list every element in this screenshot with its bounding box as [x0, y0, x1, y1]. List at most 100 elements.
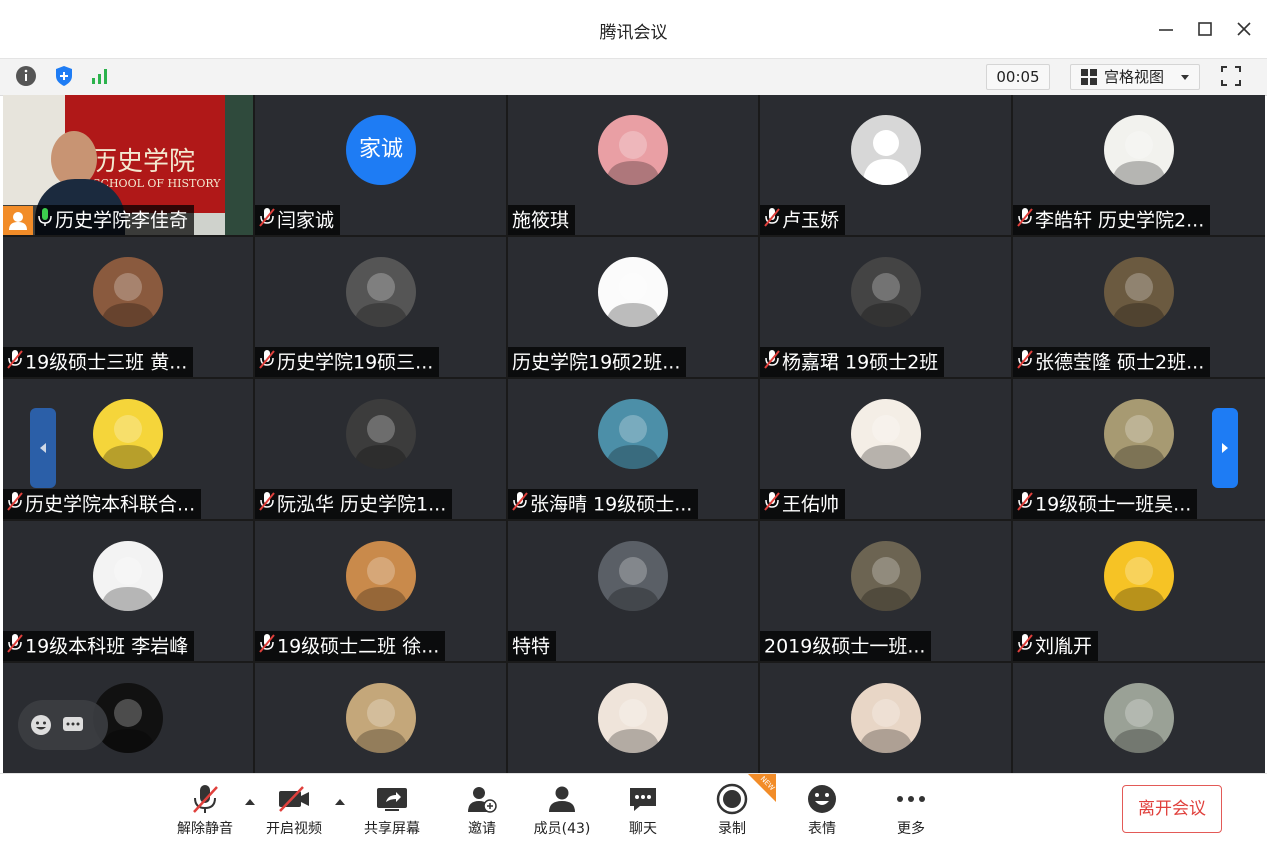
participant-name-tag: 闫家诚: [255, 205, 341, 235]
record-label: 录制: [718, 821, 746, 837]
participant-name: 历史学院19硕2班...: [512, 351, 681, 374]
participant-tile[interactable]: [508, 663, 758, 773]
members-button[interactable]: 成员(43): [522, 782, 602, 842]
avatar: [1104, 399, 1174, 469]
participant-name-tag: 历史学院19硕2班...: [508, 347, 687, 377]
share-screen-button[interactable]: 共享屏幕: [352, 782, 432, 842]
chat-bubble-icon[interactable]: [62, 714, 84, 736]
signal-button[interactable]: [88, 64, 112, 88]
maximize-button[interactable]: [1191, 15, 1219, 43]
avatar: [346, 683, 416, 753]
participant-tile[interactable]: 19级硕士二班 徐...: [255, 521, 506, 661]
participant-tile[interactable]: 特特: [508, 521, 758, 661]
chat-label: 聊天: [629, 821, 657, 837]
participant-tile[interactable]: 历史学院19硕2班...: [508, 237, 758, 377]
add-user-icon: [468, 787, 497, 813]
invite-button[interactable]: 邀请: [442, 782, 522, 842]
text-avatar: 家诚: [346, 115, 416, 185]
participant-name: 19级硕士二班 徐...: [277, 635, 440, 658]
grid-view-icon: [1081, 69, 1097, 85]
host-icon: [3, 205, 33, 235]
participant-name: 19级本科班 李岩峰: [25, 635, 189, 658]
microphone-muted-icon: [512, 490, 528, 520]
security-button[interactable]: [52, 64, 76, 88]
participant-name: 历史学院李佳奇: [55, 209, 189, 232]
title-bar: 腾讯会议: [0, 0, 1267, 58]
participant-tile[interactable]: 王佑帅: [760, 379, 1011, 519]
more-icon: [897, 796, 925, 802]
more-button[interactable]: 更多: [871, 782, 951, 842]
close-button[interactable]: [1230, 15, 1258, 43]
view-mode-label: 宫格视图: [1104, 68, 1165, 86]
avatar: [1104, 257, 1174, 327]
avatar: [1104, 683, 1174, 753]
avatar: [346, 257, 416, 327]
participant-tile[interactable]: 19级本科班 李岩峰: [3, 521, 253, 661]
microphone-muted-icon: [764, 490, 780, 520]
participant-tile[interactable]: 阮泓华 历史学院1...: [255, 379, 506, 519]
participant-tile[interactable]: 杨嘉珺 19硕士2班: [760, 237, 1011, 377]
participant-tile[interactable]: [760, 663, 1011, 773]
leave-meeting-button[interactable]: 离开会议: [1122, 785, 1222, 833]
fullscreen-button[interactable]: [1219, 64, 1243, 88]
info-button[interactable]: [14, 64, 38, 88]
participant-name: 卢玉娇: [782, 209, 840, 232]
participant-tile[interactable]: [1013, 663, 1265, 773]
emoji-icon[interactable]: [30, 714, 52, 736]
participant-tile[interactable]: 张海晴 19级硕士...: [508, 379, 758, 519]
video-options-caret[interactable]: [333, 794, 347, 808]
participant-grid: 历史学院 SCHOOL OF HISTORY 历史学院李佳奇 家诚 闫家诚 施筱琪 卢玉娇李…: [3, 95, 1265, 773]
start-video-button[interactable]: 开启视频: [254, 782, 334, 842]
avatar: [346, 399, 416, 469]
view-mode-dropdown[interactable]: 宫格视图: [1070, 64, 1200, 90]
microphone-muted-icon: [7, 632, 23, 662]
participant-name-tag: 19级硕士三班 黄...: [3, 347, 194, 378]
next-page-button[interactable]: [1212, 408, 1238, 488]
participant-tile[interactable]: [255, 663, 506, 773]
participant-name-tag: 卢玉娇: [760, 205, 846, 236]
video-banner-text: 历史学院: [91, 147, 196, 177]
participant-name-tag: 特特: [508, 631, 557, 661]
participant-tile[interactable]: 张德莹隆 硕士2班...: [1013, 237, 1265, 377]
signal-strength-icon: [92, 69, 107, 84]
participant-name: 阮泓华 历史学院1...: [277, 493, 447, 516]
participant-name-tag: 19级硕士二班 徐...: [255, 631, 446, 661]
minimize-button[interactable]: [1152, 15, 1180, 43]
previous-page-button[interactable]: [30, 408, 56, 488]
window-title: 腾讯会议: [599, 23, 668, 43]
participant-video-tile[interactable]: 历史学院 SCHOOL OF HISTORY 历史学院李佳奇: [3, 95, 253, 235]
participant-name: 施筱琪: [512, 209, 570, 232]
participant-tile[interactable]: 历史学院19硕三...: [255, 237, 506, 377]
chat-button[interactable]: 聊天: [603, 782, 683, 842]
avatar: [851, 683, 921, 753]
close-icon: [1237, 22, 1251, 36]
unmute-button[interactable]: 解除静音: [165, 782, 245, 842]
participant-name: 2019级硕士一班...: [764, 635, 926, 658]
participant-tile[interactable]: 李皓轩 历史学院2...: [1013, 95, 1265, 235]
participant-name-tag: 历史学院19硕三...: [255, 347, 440, 377]
avatar: [93, 541, 163, 611]
participant-tile[interactable]: 卢玉娇: [760, 95, 1011, 235]
chevron-down-icon: [1181, 75, 1189, 80]
microphone-muted-icon: [7, 490, 23, 520]
participant-name-tag: 张德莹隆 硕士2班...: [1013, 347, 1211, 377]
unmute-label: 解除静音: [177, 821, 233, 837]
participant-name-tag: 历史学院李佳奇: [3, 205, 195, 235]
participant-tile[interactable]: 刘胤开: [1013, 521, 1265, 661]
microphone-muted-icon: [764, 206, 780, 236]
meeting-toolbar: 00:05 宫格视图: [0, 58, 1267, 96]
participant-name: 张海晴 19级硕士...: [530, 493, 693, 516]
record-button[interactable]: 录制 NEW: [692, 774, 776, 842]
shield-icon: [56, 66, 72, 86]
emoji-reaction-button[interactable]: 表情: [782, 782, 862, 842]
participant-tile[interactable]: 2019级硕士一班...: [760, 521, 1011, 661]
floating-reaction-bar: [18, 700, 108, 750]
camera-off-icon: [279, 786, 309, 812]
avatar: [1104, 115, 1174, 185]
avatar: [1104, 541, 1174, 611]
participant-tile[interactable]: 19级硕士三班 黄...: [3, 237, 253, 377]
participant-tile[interactable]: 施筱琪: [508, 95, 758, 235]
participant-tile[interactable]: 家诚 闫家诚: [255, 95, 506, 235]
microphone-muted-icon: [7, 348, 23, 378]
microphone-muted-icon: [1017, 206, 1033, 236]
